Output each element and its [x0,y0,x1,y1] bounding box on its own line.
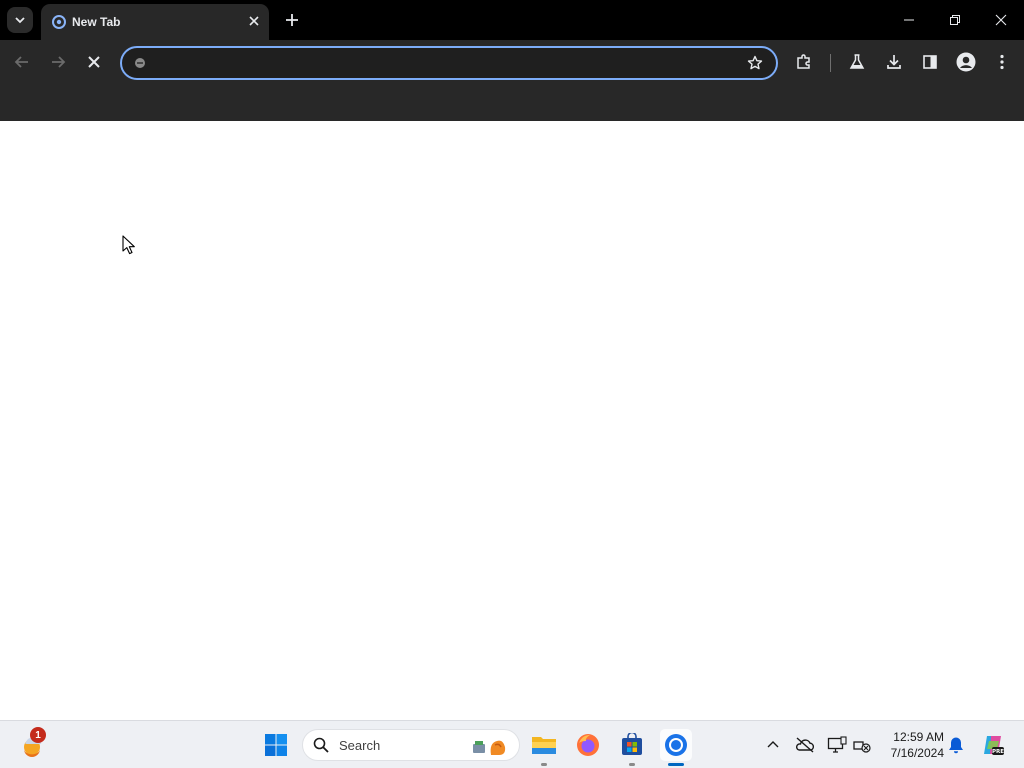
downloads-button[interactable] [880,48,908,76]
address-bar[interactable] [120,46,778,80]
onedrive-tray[interactable] [794,733,816,757]
display-tray[interactable] [826,733,848,757]
tab-title: New Tab [72,15,121,29]
tab-strip: New Tab [0,0,1024,40]
chrome-icon [665,734,687,756]
stop-loading-icon [88,56,100,68]
svg-text:PRE: PRE [992,749,1004,755]
tab-favicon [51,14,67,30]
site-info-icon[interactable] [132,55,148,71]
notification-bell-icon [949,737,963,754]
forward-arrow-icon [52,56,66,68]
stop-loading-button[interactable] [80,48,108,76]
chrome-button[interactable] [660,729,692,766]
display-icon [827,736,847,753]
search-highlight-icon [473,740,506,755]
clock[interactable]: 12:59 AM 7/16/2024 [880,729,944,761]
clock-time: 12:59 AM [893,730,944,744]
search-icon [313,737,329,753]
store-icon [622,733,642,755]
labs-flask-icon [849,54,865,69]
search-label: Search [339,737,381,753]
clock-date: 7/16/2024 [890,746,944,760]
copilot-button[interactable]: PRE [980,733,1006,757]
taskbar: Search 12:59 AM 7/16/2024 PRE [0,720,1024,768]
side-panel-button[interactable] [916,48,944,76]
firefox-icon [577,734,599,756]
start-icon [265,734,287,756]
minimize-icon [904,19,914,21]
start-button[interactable] [260,729,292,761]
onedrive-icon [795,737,815,753]
extensions-icon [797,54,810,69]
tab-search-button[interactable] [7,7,33,33]
tray-chevron-button[interactable] [762,733,784,757]
labs-button[interactable] [843,48,871,76]
file-explorer-icon [532,737,556,754]
bookmark-star-icon[interactable] [746,54,764,72]
new-tab-icon [286,14,298,26]
side-panel-icon [923,55,937,69]
firefox-button[interactable] [572,729,604,761]
page-content [0,121,1024,720]
store-button[interactable] [616,729,648,766]
extensions-button[interactable] [790,48,818,76]
tab-close-icon[interactable] [245,12,263,30]
profile-icon [956,52,976,72]
tab-search-icon [15,17,25,24]
new-tab-button[interactable] [281,9,303,31]
chrome-menu-button[interactable] [988,48,1016,76]
bookmarks-bar [0,85,1024,121]
notification-button[interactable] [945,733,967,757]
window-close-button[interactable] [978,0,1024,40]
toolbar-separator [830,54,831,72]
tray-chevron-icon [767,741,779,748]
address-input[interactable] [156,52,736,74]
mouse-cursor-icon [122,235,135,255]
network-tray[interactable] [851,733,873,757]
profile-button[interactable] [952,48,980,76]
back-button[interactable] [8,48,36,76]
file-explorer-button[interactable] [528,729,560,766]
restore-button[interactable] [932,0,978,40]
minimize-button[interactable] [886,0,932,40]
menu-dots-icon [1000,54,1004,70]
restore-icon [950,15,960,25]
back-arrow-icon [14,56,28,68]
forward-button[interactable] [44,48,72,76]
tab-new-tab[interactable]: New Tab [41,4,269,40]
taskbar-search[interactable]: Search [302,729,520,761]
downloads-icon [887,55,901,69]
browser-toolbar [0,40,1024,85]
window-close-icon [995,14,1007,26]
weather-badge: 1 [30,727,46,743]
copilot-icon: PRE [984,736,1004,755]
network-icon [853,741,871,753]
